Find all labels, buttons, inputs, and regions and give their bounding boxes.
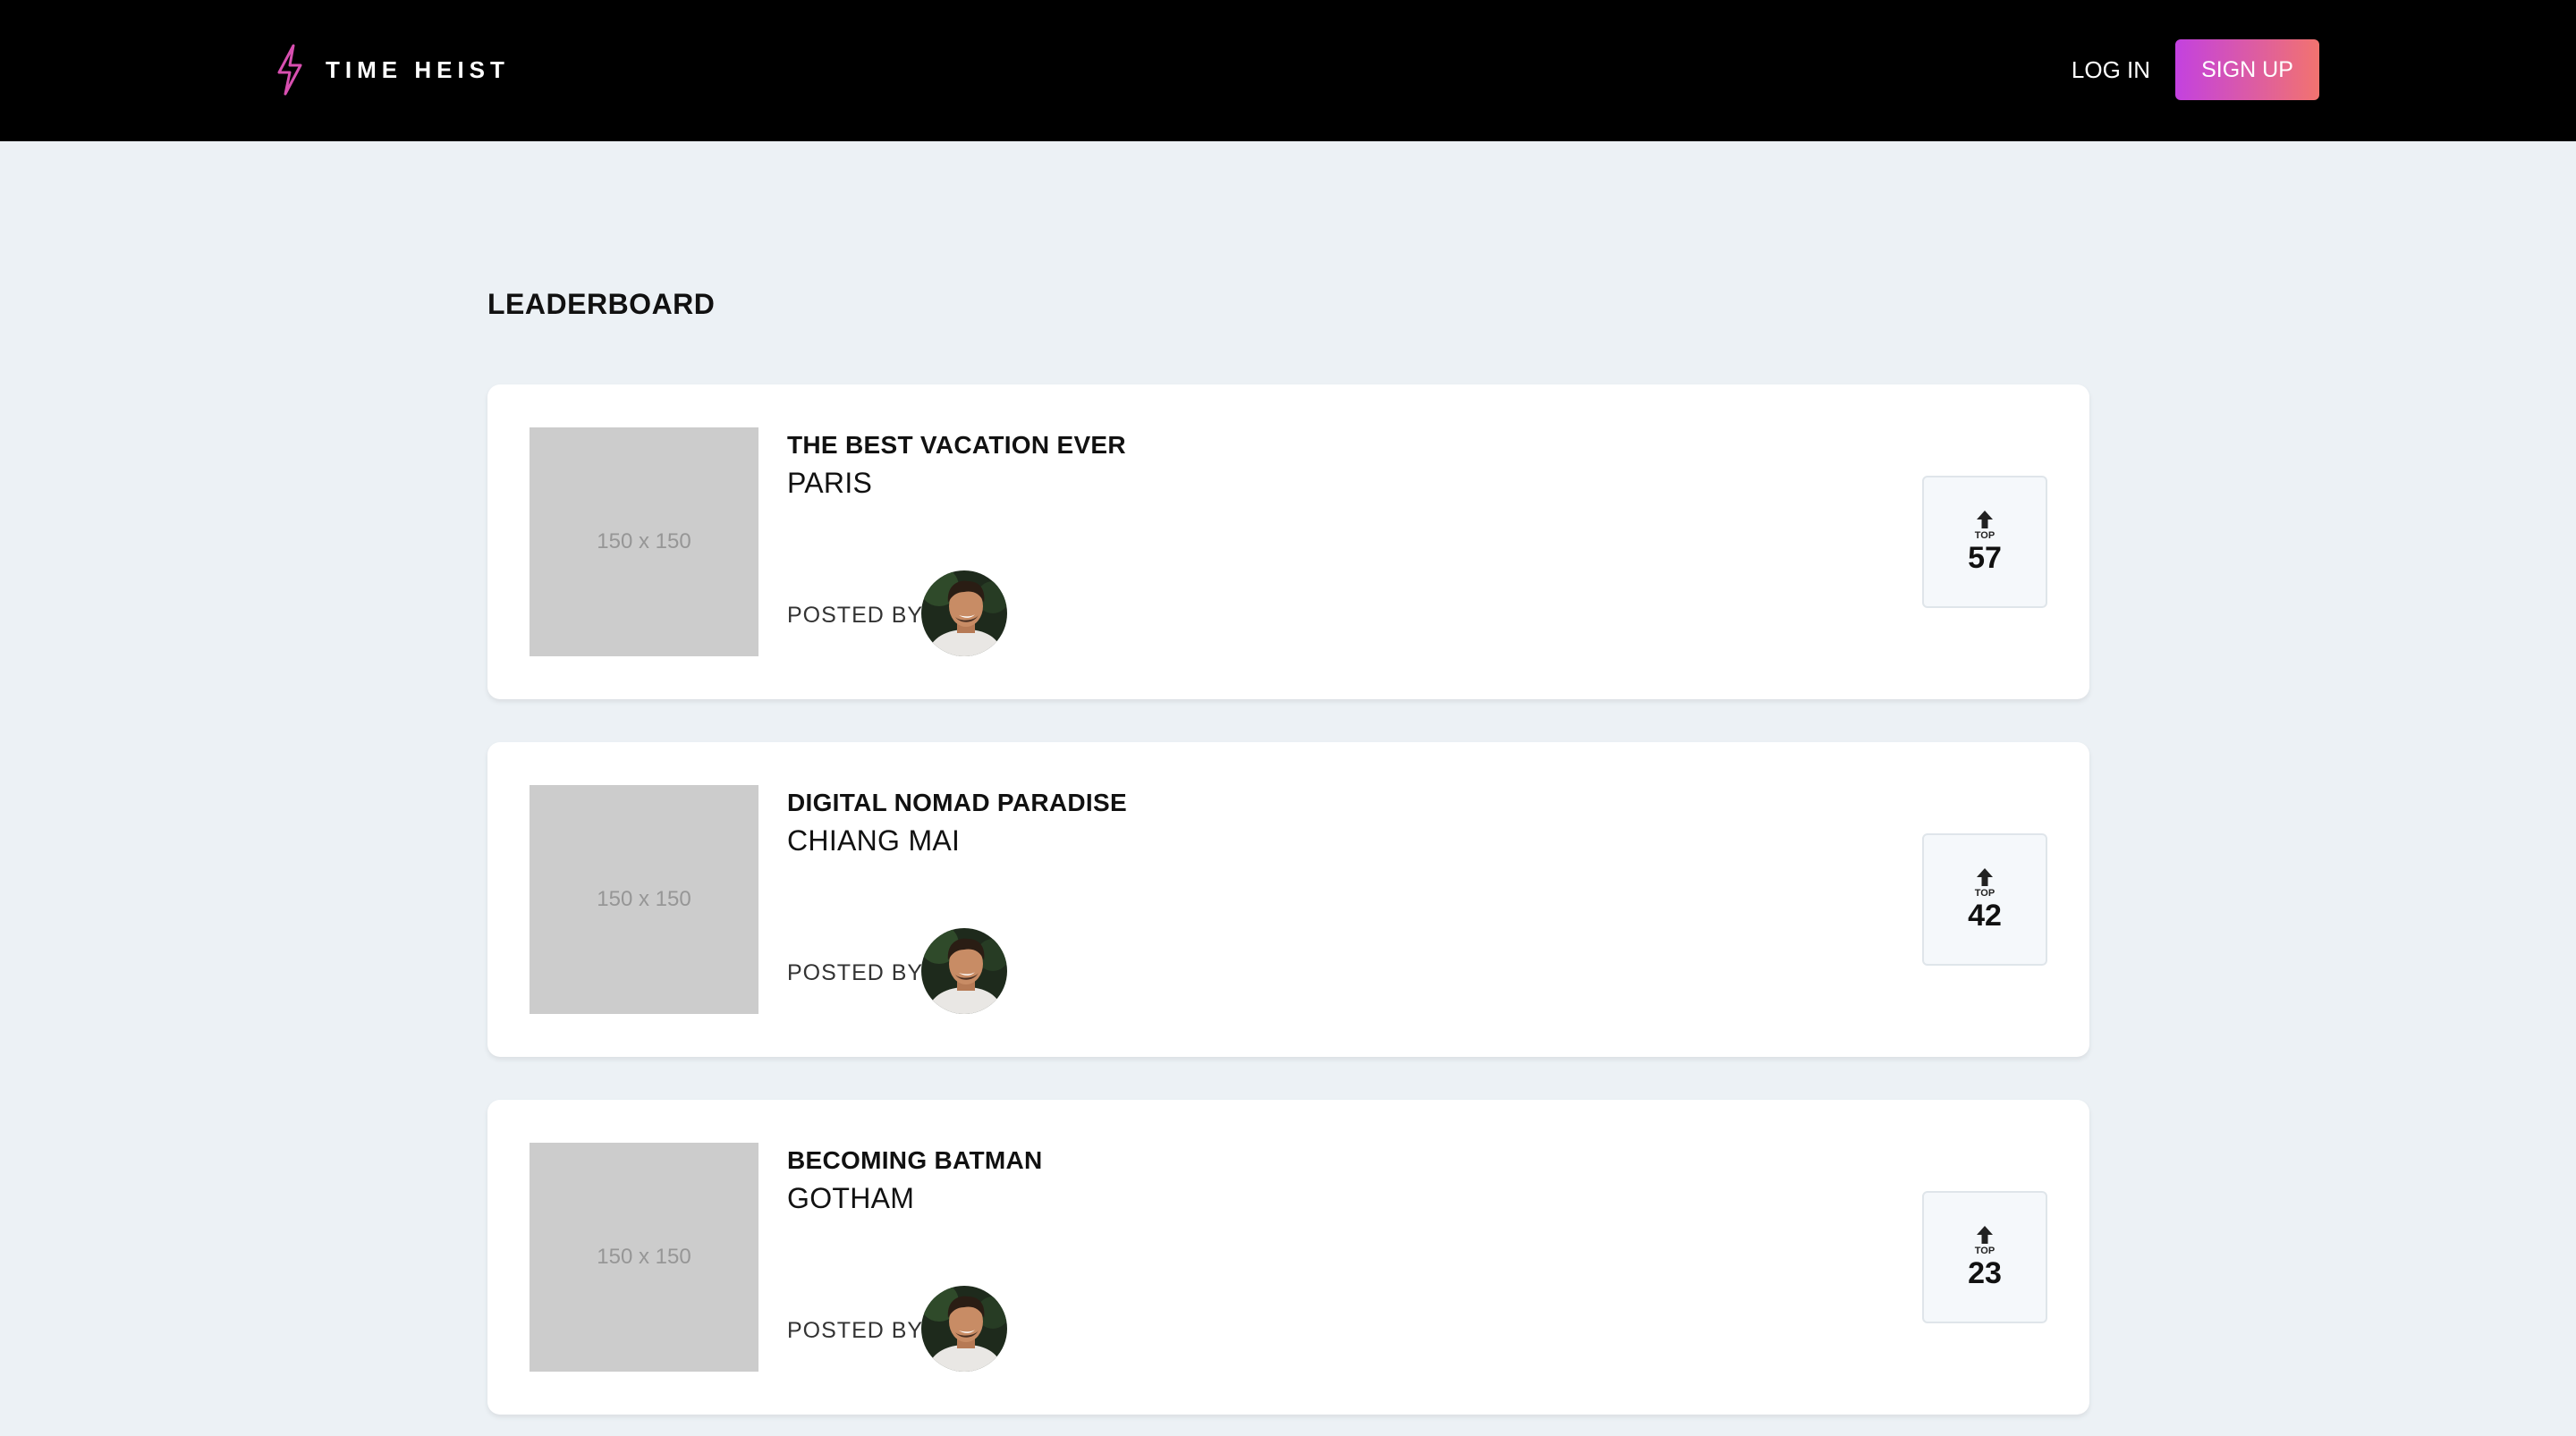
brand-logo[interactable]: TIME HEIST: [274, 43, 510, 97]
leaderboard-card: 150 x 150 THE BEST VACATION EVER PARIS P…: [487, 384, 2089, 699]
top-navbar: TIME HEIST LOG IN SIGN UP: [0, 0, 2576, 141]
entry-place: PARIS: [787, 467, 873, 499]
lightning-bolt-icon: [277, 44, 302, 96]
entry-thumbnail[interactable]: 150 x 150: [530, 427, 758, 656]
vote-label: TOP: [1974, 529, 1996, 541]
signup-button[interactable]: SIGN UP: [2175, 39, 2319, 100]
entry-title[interactable]: BECOMING BATMAN: [787, 1146, 1043, 1175]
vote-count: 57: [1968, 540, 2002, 575]
vote-label: TOP: [1974, 1245, 1996, 1256]
upvote-button[interactable]: TOP 42: [1922, 833, 2047, 966]
vote-count: 42: [1968, 898, 2002, 933]
leaderboard-card: 150 x 150 BECOMING BATMAN GOTHAM POSTED …: [487, 1100, 2089, 1415]
entry-place: CHIANG MAI: [787, 824, 961, 857]
entry-thumbnail[interactable]: 150 x 150: [530, 785, 758, 1014]
posted-by-label: POSTED BY: [787, 603, 924, 628]
upvote-button[interactable]: TOP 23: [1922, 1191, 2047, 1323]
upvote-button[interactable]: TOP 57: [1922, 476, 2047, 608]
page-title: LEADERBOARD: [487, 288, 716, 320]
author-avatar[interactable]: [921, 928, 1007, 1014]
entry-title[interactable]: THE BEST VACATION EVER: [787, 431, 1126, 460]
up-arrow-icon: [1976, 867, 1994, 887]
vote-count: 23: [1968, 1255, 2002, 1290]
author-avatar[interactable]: [921, 1286, 1007, 1372]
posted-by-label: POSTED BY: [787, 1318, 924, 1343]
entry-title[interactable]: DIGITAL NOMAD PARADISE: [787, 789, 1127, 817]
posted-by-label: POSTED BY: [787, 960, 924, 985]
login-link[interactable]: LOG IN: [2057, 39, 2165, 100]
author-avatar[interactable]: [921, 570, 1007, 656]
entry-place: GOTHAM: [787, 1182, 915, 1214]
up-arrow-icon: [1976, 510, 1994, 529]
brand-name: TIME HEIST: [326, 55, 510, 83]
leaderboard-card: 150 x 150 DIGITAL NOMAD PARADISE CHIANG …: [487, 742, 2089, 1057]
entry-thumbnail[interactable]: 150 x 150: [530, 1143, 758, 1372]
up-arrow-icon: [1976, 1225, 1994, 1245]
vote-label: TOP: [1974, 887, 1996, 899]
